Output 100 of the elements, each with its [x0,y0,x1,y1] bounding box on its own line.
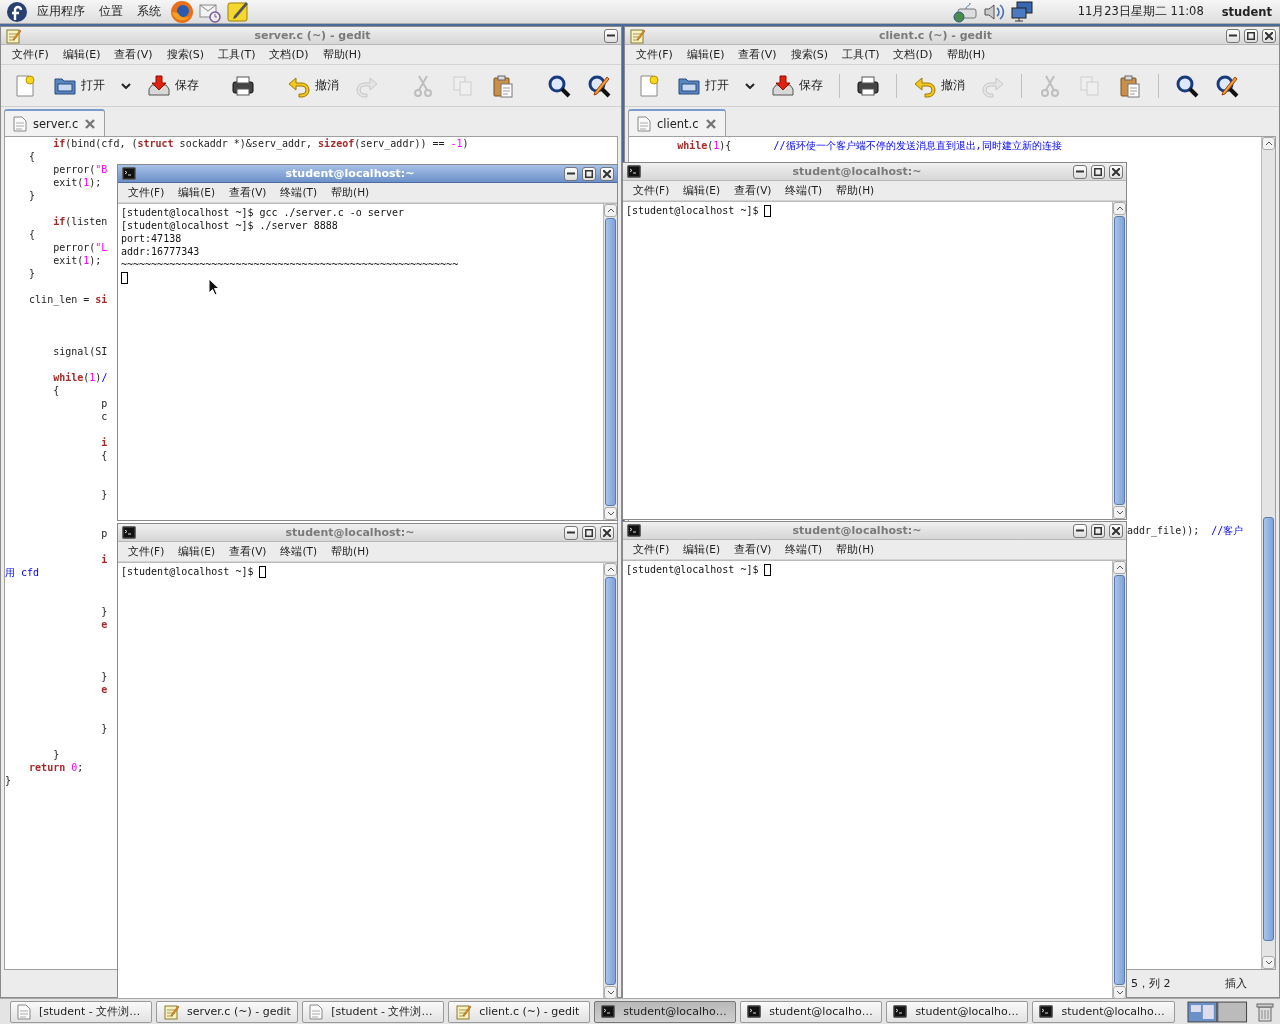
menu-item[interactable]: 编辑(E) [676,183,728,198]
menu-item[interactable]: 编辑(E) [676,542,728,557]
mouse-pointer-icon [208,278,220,296]
panel-menu[interactable]: 系统 [132,4,166,19]
close-button[interactable] [1262,28,1276,43]
menu-item[interactable]: 帮助(H) [939,47,993,62]
menu-item[interactable]: 文件(F) [121,185,172,200]
code-line: } [100,488,108,501]
user-name[interactable]: student [1221,4,1272,19]
scrollbar[interactable] [1112,561,1126,999]
taskbar-button[interactable]: [student - 文件浏… [302,1000,445,1023]
menu-item[interactable]: 搜索(S) [783,47,836,62]
scrollbar[interactable] [1261,137,1275,969]
taskbar-button[interactable]: student@localho… [886,1000,1029,1023]
minimize-button[interactable] [1073,164,1087,179]
menu-item[interactable]: 终端(T) [778,542,830,557]
code-line: { [28,150,36,163]
maximize-button[interactable] [1091,523,1105,538]
taskbar-button[interactable]: client.c (~) - gedit [448,1000,591,1023]
minimize-button[interactable] [564,525,578,540]
menu-item[interactable]: 帮助(H) [829,542,882,557]
maximize-button[interactable] [1091,164,1105,179]
scrollbar[interactable] [1112,202,1126,519]
menu-item[interactable]: 文件(F) [629,47,680,62]
open-button[interactable]: 打开 [671,71,735,100]
panel-menu[interactable]: 位置 [94,4,128,19]
workspace-switcher[interactable] [1186,1000,1249,1023]
menu-item[interactable]: 文档(D) [886,47,940,62]
undo-button[interactable]: 撤消 [281,71,345,100]
scrollbar[interactable] [603,204,617,520]
window-title: client.c (~) - gedit [879,29,992,42]
menu-item[interactable]: 编辑(E) [55,47,108,62]
taskbar-button[interactable]: server.c (~) - gedit [156,1000,299,1023]
menu-item[interactable]: 帮助(H) [829,183,882,198]
close-button[interactable] [600,525,614,540]
minimize-button[interactable] [1226,28,1240,43]
copy-icon [1078,73,1102,98]
panel-menu[interactable]: 应用程序 [32,4,90,19]
menu-item[interactable]: 查看(V) [107,47,160,62]
code-line: while(1)/ [52,371,108,384]
menu-item[interactable]: 编辑(E) [171,544,223,559]
close-button[interactable] [600,166,614,181]
menu-item[interactable]: 终端(T) [273,185,325,200]
undo-button[interactable]: 撤消 [907,71,971,100]
menu-item[interactable]: 编辑(E) [679,47,732,62]
close-button[interactable] [1109,523,1123,538]
caret-icon [121,82,131,89]
search-icon [547,73,571,98]
scrollbar[interactable] [603,563,617,999]
close-icon [1265,31,1273,40]
terminal-icon [747,1005,762,1018]
menu-item[interactable]: 工具(T) [835,47,887,62]
save-button[interactable]: 保存 [141,71,205,100]
menu-item[interactable]: 查看(V) [731,47,784,62]
terminal-icon [122,167,136,180]
menu-item[interactable]: 终端(T) [778,183,830,198]
menu-item[interactable]: 文件(F) [121,544,172,559]
code-line: p [100,397,108,410]
menu-item[interactable]: 终端(T) [273,544,325,559]
menu-item[interactable]: 帮助(H) [324,544,377,559]
terminal-line: addr:16777343 [121,245,200,258]
minimize-button[interactable] [604,28,618,43]
document-tab[interactable]: client.c [628,109,726,136]
code-line: } [100,605,108,618]
minimize-button[interactable] [564,166,578,181]
clock[interactable]: 11月23日星期二 11:08 [1077,4,1204,19]
taskbar-button[interactable]: student@localho… [740,1000,883,1023]
new-document-icon [13,73,37,98]
document-tab[interactable]: server.c [4,109,106,136]
save-button[interactable]: 保存 [765,71,829,100]
notepad-icon [455,1003,472,1020]
menu-item[interactable]: 帮助(H) [315,47,369,62]
menu-item[interactable]: 查看(V) [727,542,779,557]
browser-icon [170,0,194,24]
maximize-button[interactable] [582,166,596,181]
menu-item[interactable]: 文件(F) [5,47,56,62]
terminal-line: ~~~~~~~~~~~~~~~~~~~~~~~~~~~~~~~~~~~~~~~~~~~~~~~~~~~~~~~~ [121,258,459,271]
menu-item[interactable]: 查看(V) [222,185,274,200]
menu-item[interactable]: 文件(F) [626,542,677,557]
open-button[interactable]: 打开 [47,71,111,100]
close-button[interactable] [1109,164,1123,179]
notepad-icon [226,0,250,24]
caret-icon [745,82,755,89]
menu-item[interactable]: 查看(V) [727,183,779,198]
menu-item[interactable]: 搜索(S) [159,47,212,62]
menu-item[interactable]: 编辑(E) [171,185,223,200]
taskbar-button[interactable]: student@localho… [594,1000,737,1023]
text-cursor [121,272,128,284]
menu-item[interactable]: 文件(F) [626,183,677,198]
maximize-button[interactable] [582,525,596,540]
taskbar-button[interactable]: student@localho… [1032,1000,1175,1023]
menu-item[interactable]: 文档(D) [262,47,316,62]
network-icon [1009,0,1034,23]
maximize-button[interactable] [1244,28,1258,43]
taskbar-button[interactable]: [student - 文件浏… [10,1000,153,1023]
menu-item[interactable]: 工具(T) [211,47,263,62]
menu-item[interactable]: 帮助(H) [324,185,377,200]
minimize-button[interactable] [1073,523,1087,538]
menu-item[interactable]: 查看(V) [222,544,274,559]
minimize-icon [567,531,575,534]
